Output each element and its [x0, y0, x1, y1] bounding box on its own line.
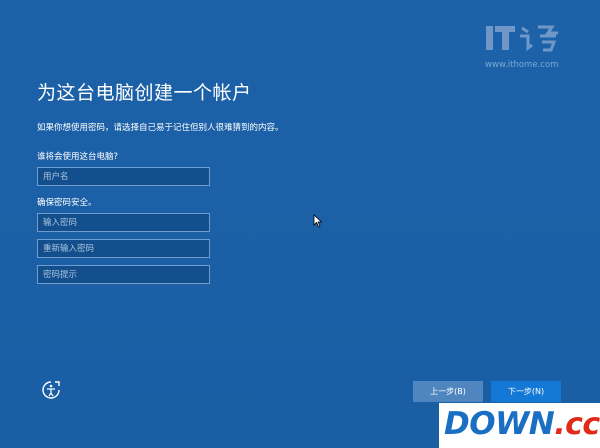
username-input[interactable] [37, 167, 210, 186]
ithome-url: www.ithome.com [485, 60, 559, 70]
down-logo-text: DOWN [444, 406, 555, 442]
ease-of-access-icon[interactable] [41, 380, 61, 400]
page-subtitle: 如果你想使用密码，请选择自己易于记住但别人很难猜到的内容。 [37, 123, 284, 133]
setup-screen: www.ithome.com 为这台电脑创建一个帐户 如果你想使用密码，请选择自… [0, 0, 600, 448]
page-title: 为这台电脑创建一个帐户 [37, 82, 252, 104]
password-input[interactable] [37, 213, 210, 232]
back-button[interactable]: 上一步(B) [413, 381, 483, 402]
who-label: 谁将会使用这台电脑? [37, 152, 119, 162]
down-cc-logo: DOWN.cc [444, 403, 600, 446]
password-hint-input[interactable] [37, 265, 210, 284]
secure-label: 确保密码安全。 [37, 198, 97, 208]
password-confirm-input[interactable] [37, 239, 210, 258]
mouse-cursor-icon [313, 213, 323, 228]
next-button[interactable]: 下一步(N) [491, 381, 561, 402]
down-logo-suffix: .cc [554, 407, 600, 442]
